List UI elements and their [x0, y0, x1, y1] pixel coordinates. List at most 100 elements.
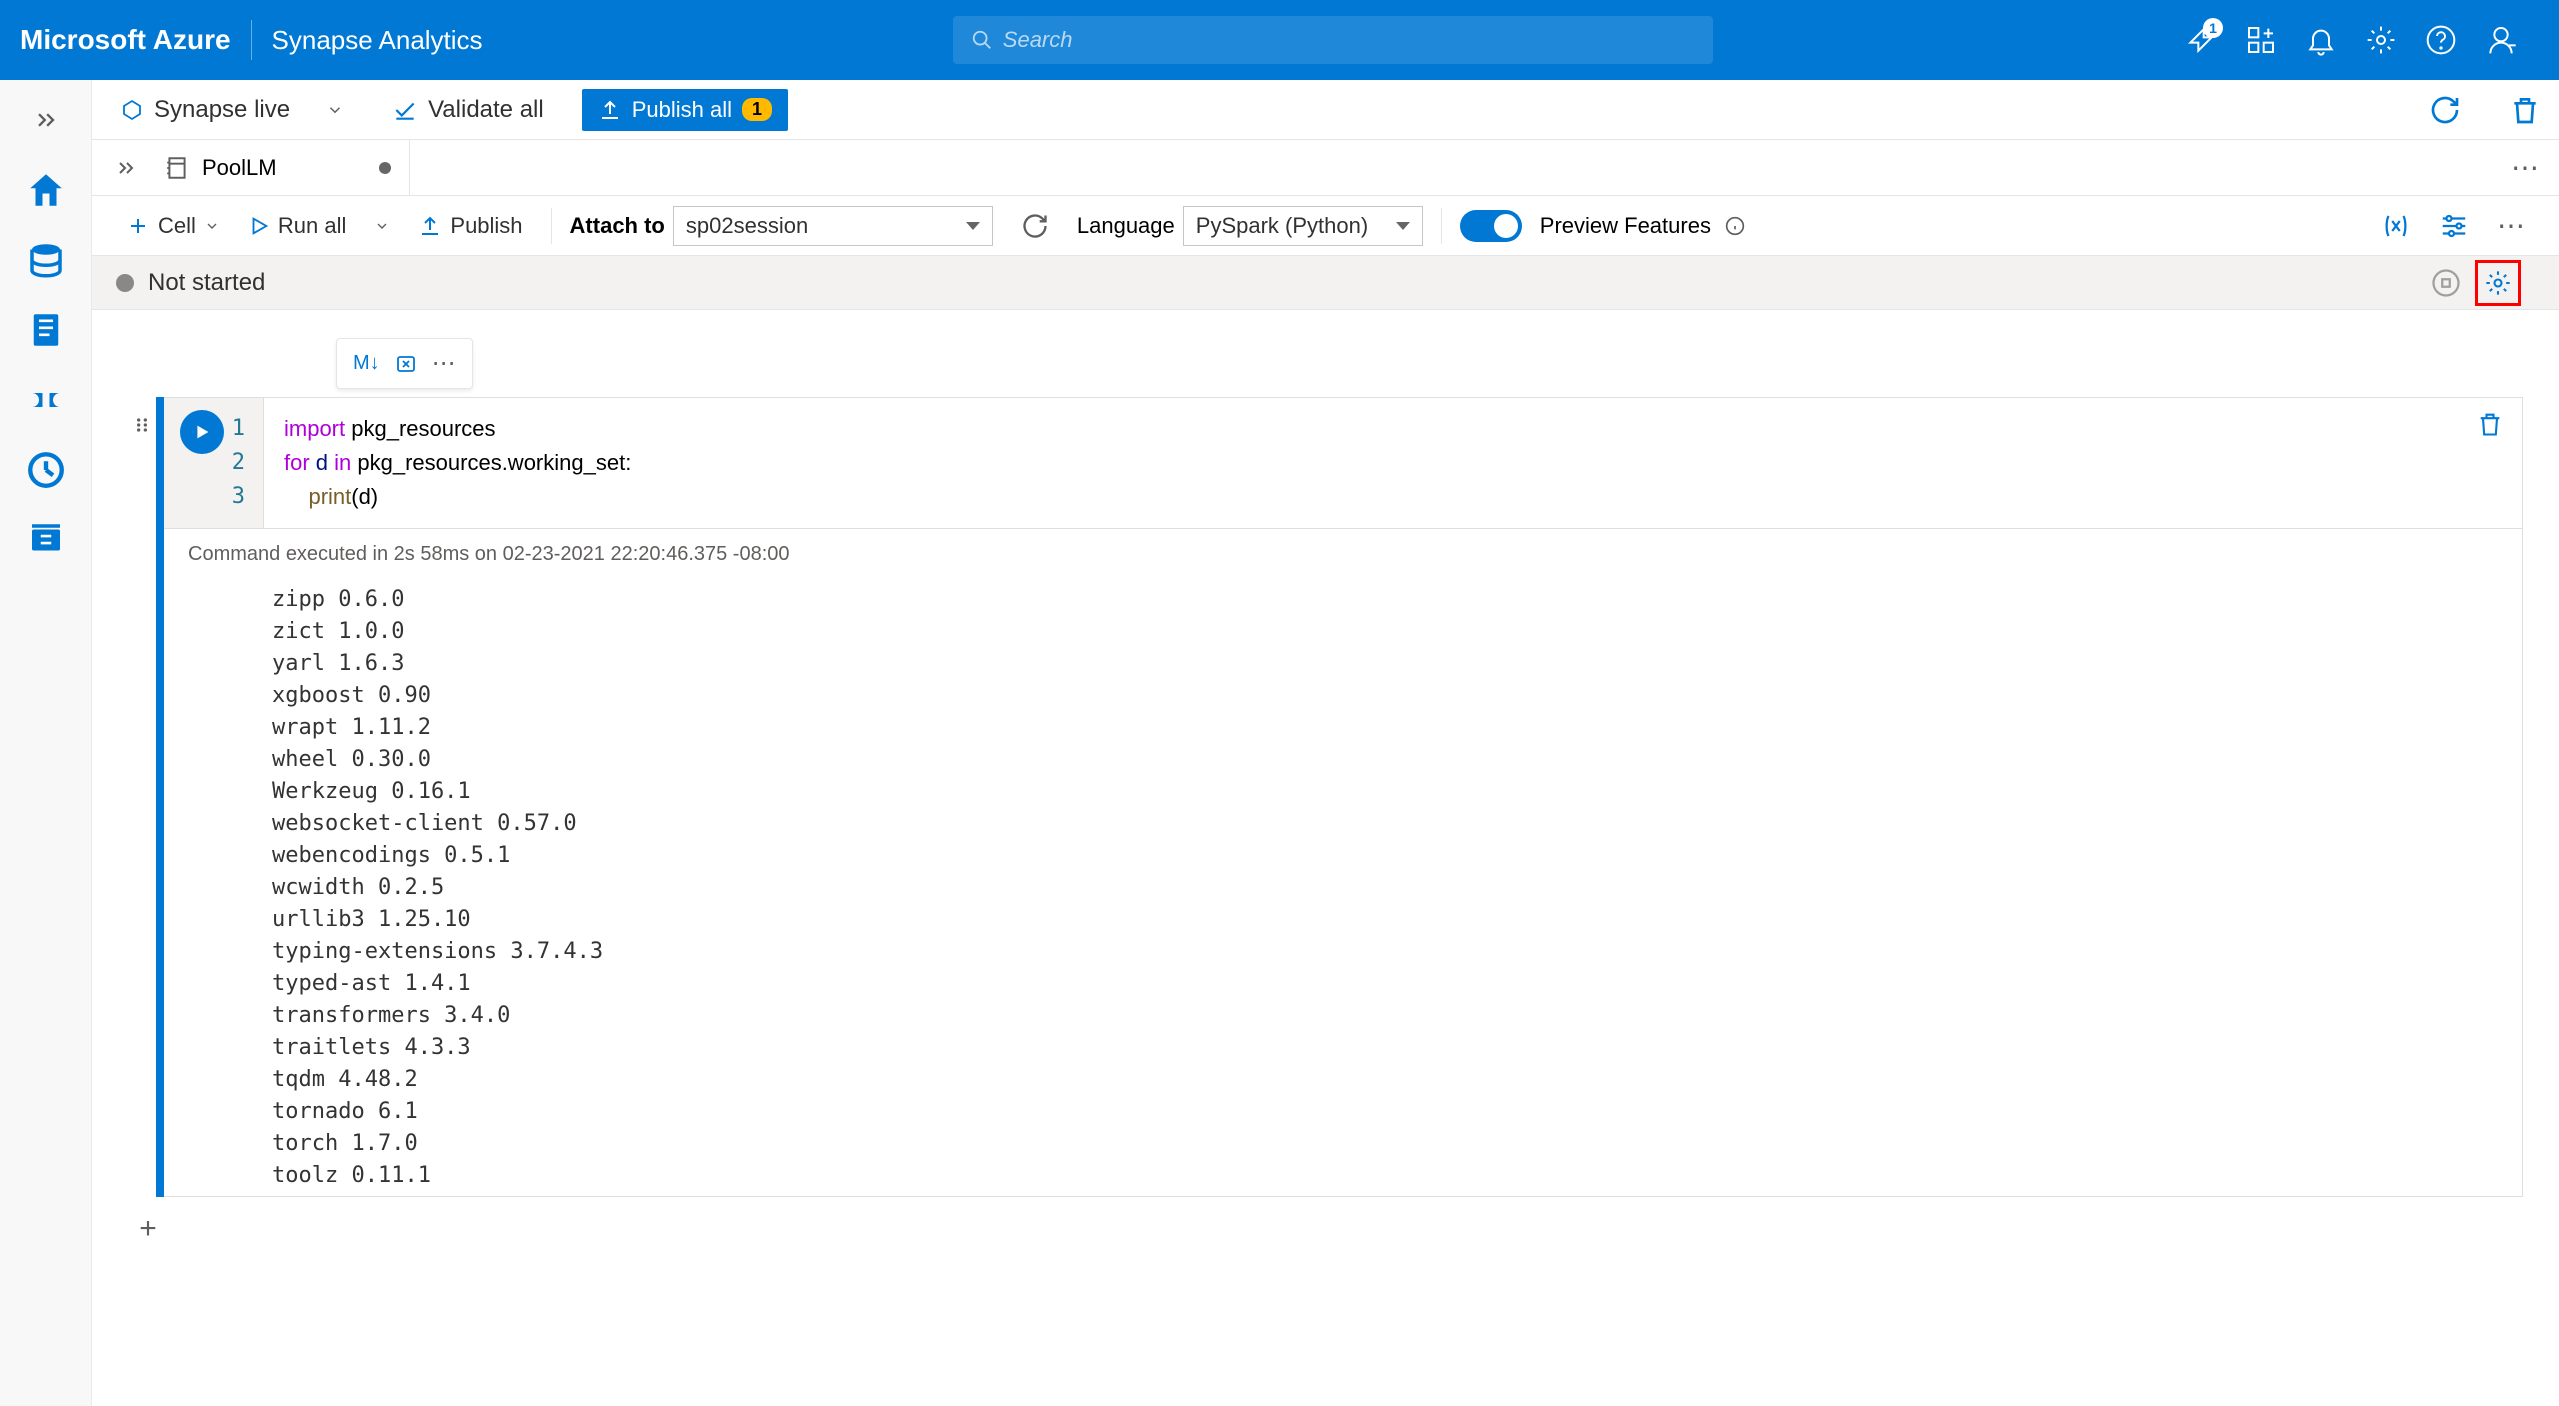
check-icon [392, 97, 418, 123]
left-sidebar [0, 80, 92, 1406]
help-icon[interactable] [2423, 22, 2459, 58]
cell-toolbar: M↓ ⋯ [336, 338, 473, 389]
variables-icon [2381, 211, 2411, 241]
drag-icon [132, 411, 152, 439]
publish-label: Publish [450, 213, 522, 239]
notifications-badge: 1 [2203, 18, 2223, 38]
delete-button[interactable] [2509, 94, 2541, 126]
chevron-down-icon [326, 101, 344, 119]
publish-label: Publish all [632, 97, 732, 123]
cell-output: Command executed in 2s 58ms on 02-23-202… [164, 528, 2522, 1196]
trash-icon [2476, 410, 2504, 438]
add-cell-button[interactable]: Cell [116, 207, 230, 245]
markdown-button[interactable]: M↓ [353, 352, 380, 375]
top-bar: Microsoft Azure Synapse Analytics 1 [0, 0, 2559, 80]
variables-button[interactable] [2371, 205, 2421, 247]
line-number: 2 [164, 446, 263, 480]
preview-toggle[interactable] [1460, 210, 1522, 242]
tab-label: PoolLM [202, 155, 277, 181]
run-all-label: Run all [278, 213, 346, 239]
brand-name[interactable]: Microsoft Azure [20, 24, 231, 56]
validate-label: Validate all [428, 96, 544, 124]
notebook-body: M↓ ⋯ [92, 310, 2559, 1406]
mode-label: Synapse live [154, 96, 290, 124]
run-all-button[interactable]: Run all [238, 207, 356, 245]
run-dropdown[interactable] [364, 212, 400, 240]
divider [1441, 208, 1442, 244]
sidebar-data[interactable] [16, 230, 76, 290]
clear-output-button[interactable] [394, 352, 418, 376]
trash-icon [2509, 94, 2541, 126]
sidebar-develop[interactable] [16, 300, 76, 360]
divider [251, 20, 252, 60]
chevron-down-icon [204, 218, 220, 234]
global-toolbar: Synapse live Validate all Publish all 1 [92, 80, 2559, 140]
tab-strip: PoolLM ⋯ [92, 140, 2559, 196]
search-box[interactable] [953, 16, 1713, 64]
search-input[interactable] [1003, 27, 1695, 53]
settings-icon[interactable] [2363, 22, 2399, 58]
sliders-icon [2439, 211, 2469, 241]
tab-more-button[interactable]: ⋯ [2511, 151, 2539, 184]
main-area: Synapse live Validate all Publish all 1 [92, 80, 2559, 1406]
language-value: PySpark (Python) [1196, 213, 1368, 239]
attach-label: Attach to [570, 213, 665, 239]
publish-all-button[interactable]: Publish all 1 [582, 89, 788, 131]
apps-icon[interactable] [2243, 22, 2279, 58]
line-number: 3 [164, 480, 263, 514]
cell-active-bar [156, 397, 164, 1197]
cell-label: Cell [158, 213, 196, 239]
tab-dirty-dot [379, 162, 391, 174]
language-label: Language [1077, 213, 1175, 239]
nb-more-button[interactable]: ⋯ [2487, 203, 2535, 248]
info-icon[interactable] [1725, 216, 1745, 236]
publish-count: 1 [742, 98, 772, 121]
code-area[interactable]: 1 2 3 import pkg_resources for d in pkg_… [164, 398, 2522, 528]
run-cell-button[interactable] [180, 410, 224, 454]
gear-icon [2484, 269, 2512, 297]
language-dropdown[interactable]: PySpark (Python) [1183, 206, 1423, 246]
status-text: Not started [148, 269, 265, 297]
search-icon [971, 29, 993, 51]
filter-button[interactable] [2429, 205, 2479, 247]
refresh-icon [1021, 212, 1049, 240]
status-dot-icon [116, 274, 134, 292]
divider [551, 208, 552, 244]
refresh-button[interactable] [2429, 94, 2461, 126]
add-cell-bottom-button[interactable]: + [128, 1209, 168, 1249]
code-cell: 1 2 3 import pkg_resources for d in pkg_… [156, 397, 2523, 1197]
tab-expand-button[interactable] [106, 148, 146, 188]
sidebar-home[interactable] [16, 160, 76, 220]
delete-cell-button[interactable] [2476, 410, 2504, 438]
sidebar-monitor[interactable] [16, 440, 76, 500]
stop-icon[interactable] [2431, 268, 2461, 298]
double-chevron-icon [114, 156, 138, 180]
output-text: zipp 0.6.0 zict 1.0.0 yarl 1.6.3 xgboost… [188, 584, 2498, 1192]
play-icon [191, 421, 213, 443]
brand-block: Microsoft Azure Synapse Analytics [20, 20, 483, 60]
notebook-toolbar: Cell Run all Publish Attach to sp02sessi… [92, 196, 2559, 256]
notifications-icon[interactable]: 1 [2183, 22, 2219, 58]
cell-handle[interactable] [128, 397, 156, 1197]
status-bar: Not started [92, 256, 2559, 310]
upload-icon [598, 98, 622, 122]
validate-all-button[interactable]: Validate all [382, 90, 554, 130]
attach-value: sp02session [686, 213, 808, 239]
chevron-down-icon [374, 218, 390, 234]
sidebar-integrate[interactable] [16, 370, 76, 430]
feedback-icon[interactable] [2483, 22, 2519, 58]
tab-notebook[interactable]: PoolLM [146, 140, 410, 195]
preview-label: Preview Features [1540, 213, 1711, 239]
sidebar-expand[interactable] [16, 90, 76, 150]
sidebar-manage[interactable] [16, 510, 76, 570]
top-actions: 1 [2183, 22, 2539, 58]
bell-icon[interactable] [2303, 22, 2339, 58]
session-settings-button[interactable] [2475, 260, 2521, 306]
cell-more-button[interactable]: ⋯ [432, 349, 456, 378]
mode-selector[interactable]: Synapse live [110, 90, 354, 130]
attach-dropdown[interactable]: sp02session [673, 206, 993, 246]
refresh-session-button[interactable] [1011, 206, 1059, 246]
notebook-icon [164, 155, 190, 181]
publish-button[interactable]: Publish [408, 207, 532, 245]
code-editor[interactable]: import pkg_resources for d in pkg_resour… [264, 398, 2522, 528]
